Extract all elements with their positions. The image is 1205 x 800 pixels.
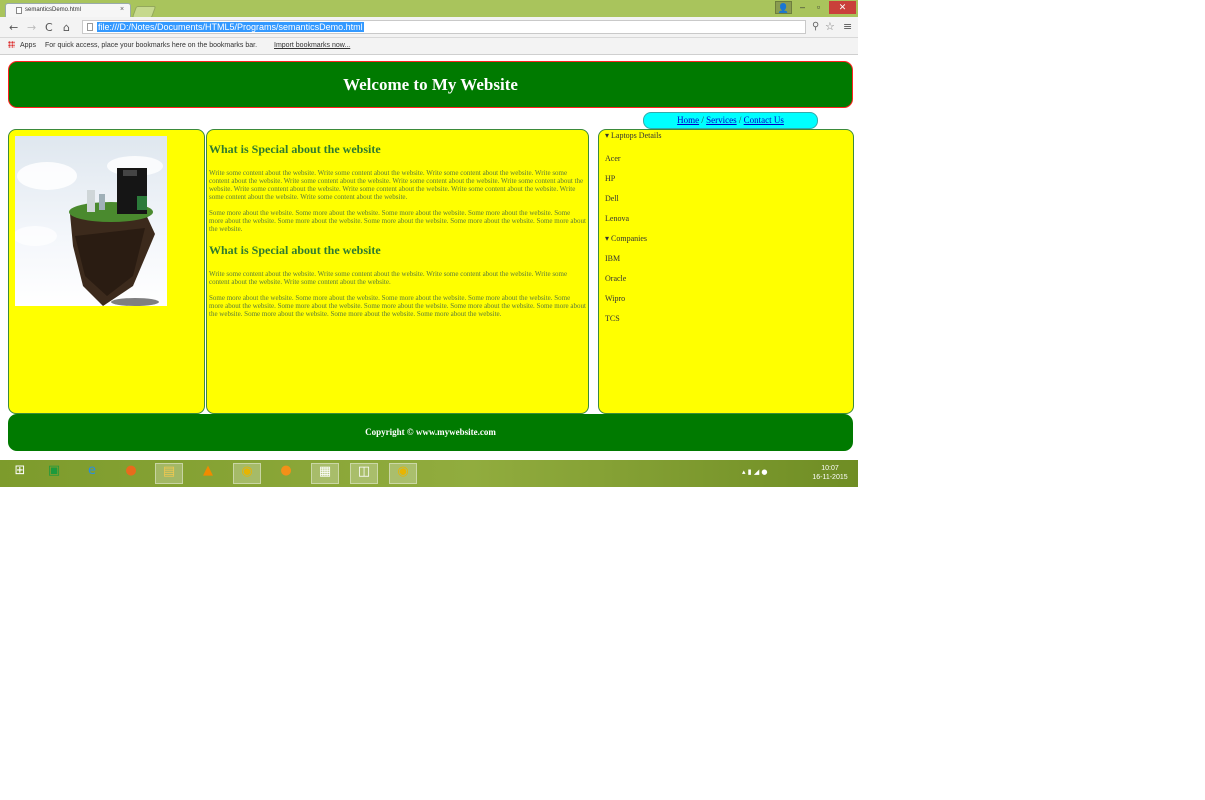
- bookmarks-hint: For quick access, place your bookmarks h…: [45, 42, 258, 49]
- nav-link-contact[interactable]: Contact Us: [744, 115, 784, 125]
- page-viewport: Welcome to My Website Home / Services / …: [0, 55, 858, 460]
- list-item: HP: [605, 174, 616, 183]
- file-explorer-icon[interactable]: ▤: [155, 463, 183, 484]
- details-summary-laptops[interactable]: ▾ Laptops Details: [605, 131, 853, 141]
- list-item: Acer: [605, 154, 621, 163]
- back-arrow-icon[interactable]: ←: [9, 21, 18, 34]
- window-app-icon[interactable]: ◫: [350, 463, 378, 484]
- article-paragraph: Some more about the website. Some more a…: [209, 209, 586, 233]
- article-heading: What is Special about the website: [209, 142, 381, 156]
- nav-separator: /: [738, 115, 742, 125]
- start-icon[interactable]: ⊞: [6, 463, 34, 484]
- article-paragraph: Write some content about the website. Wr…: [209, 270, 568, 286]
- site-footer: Copyright © www.mywebsite.com: [8, 414, 853, 451]
- site-header: Welcome to My Website: [8, 61, 853, 108]
- user-profile-button[interactable]: 👤: [775, 1, 792, 14]
- right-aside: ▾ Laptops Details Acer HP Dell Lenova ▾ …: [598, 129, 854, 414]
- list-item: Oracle: [605, 274, 627, 283]
- home-icon[interactable]: ⌂: [63, 21, 70, 34]
- main-article: What is Special about the website Write …: [206, 129, 589, 414]
- title-bar: semanticsDemo.html × 👤 – ▫ ✕: [0, 0, 858, 18]
- details-summary-companies[interactable]: ▾ Companies: [605, 234, 853, 244]
- tab-title: semanticsDemo.html: [25, 7, 82, 13]
- list-item: Dell: [605, 194, 619, 203]
- list-item: IBM: [605, 254, 621, 263]
- clock-time: 10:07: [821, 465, 839, 472]
- browser-tab[interactable]: semanticsDemo.html ×: [5, 3, 131, 17]
- browser-toolbar: ← → C ⌂ file:///D:/Notes/Documents/HTML5…: [0, 17, 858, 38]
- floating-island-image: [15, 136, 167, 306]
- internet-explorer-icon[interactable]: e: [78, 463, 106, 484]
- bookmark-star-icon[interactable]: ☆: [825, 20, 835, 33]
- outlook-icon[interactable]: ▦: [311, 463, 339, 484]
- list-item: Wipro: [605, 294, 626, 303]
- browser-window: semanticsDemo.html × 👤 – ▫ ✕ ← → C ⌂ fil…: [0, 0, 858, 460]
- article-paragraph: Some more about the website. Some more a…: [209, 294, 586, 318]
- chrome-icon[interactable]: ◉: [233, 463, 261, 484]
- apps-label[interactable]: Apps: [20, 42, 36, 49]
- list-item: TCS: [605, 314, 620, 323]
- system-tray-icons[interactable]: ▴ ▮ ◢ ●: [742, 468, 768, 476]
- address-bar[interactable]: file:///D:/Notes/Documents/HTML5/Program…: [82, 20, 806, 34]
- nav-separator: /: [701, 115, 704, 125]
- clock-date: 16-11-2015: [812, 474, 848, 481]
- maximize-button[interactable]: ▫: [812, 1, 825, 14]
- list-item: Lenova: [605, 214, 629, 223]
- article-paragraph: Write some content about the website. Wr…: [209, 169, 584, 201]
- windows-taskbar: ⊞ ▣ e ● ▤ ▲ ◉ ● ▦ ◫ ◉ ▴ ▮ ◢ ● 10:07 16-1…: [0, 460, 858, 487]
- vlc-icon[interactable]: ▲: [194, 463, 222, 484]
- orange-app-icon[interactable]: ●: [272, 463, 300, 484]
- article-heading: What is Special about the website: [209, 243, 381, 257]
- chrome-menu-icon[interactable]: ≡: [843, 20, 852, 33]
- apps-grid-icon[interactable]: [8, 41, 15, 48]
- page-favicon-icon: [16, 7, 22, 14]
- close-window-button[interactable]: ✕: [829, 1, 856, 14]
- tab-close-icon[interactable]: ×: [120, 6, 124, 13]
- firefox-icon[interactable]: ●: [117, 463, 145, 484]
- reload-icon[interactable]: C: [45, 21, 53, 34]
- nav-link-home[interactable]: Home: [677, 115, 699, 125]
- url-text[interactable]: file:///D:/Notes/Documents/HTML5/Program…: [97, 22, 364, 32]
- nav-link-services[interactable]: Services: [706, 115, 737, 125]
- page-icon: [87, 23, 93, 31]
- chrome-active-icon[interactable]: ◉: [389, 463, 417, 484]
- taskbar-clock[interactable]: 10:07 16-11-2015: [808, 464, 852, 482]
- minimize-button[interactable]: –: [796, 1, 809, 14]
- site-nav: Home / Services / Contact Us: [643, 112, 818, 129]
- store-icon[interactable]: ▣: [40, 463, 68, 484]
- forward-arrow-icon[interactable]: →: [27, 21, 36, 34]
- bookmarks-bar: Apps For quick access, place your bookma…: [0, 38, 858, 55]
- left-aside: [8, 129, 205, 414]
- import-bookmarks-link[interactable]: Import bookmarks now...: [274, 42, 350, 49]
- zoom-icon[interactable]: ⚲: [812, 21, 819, 32]
